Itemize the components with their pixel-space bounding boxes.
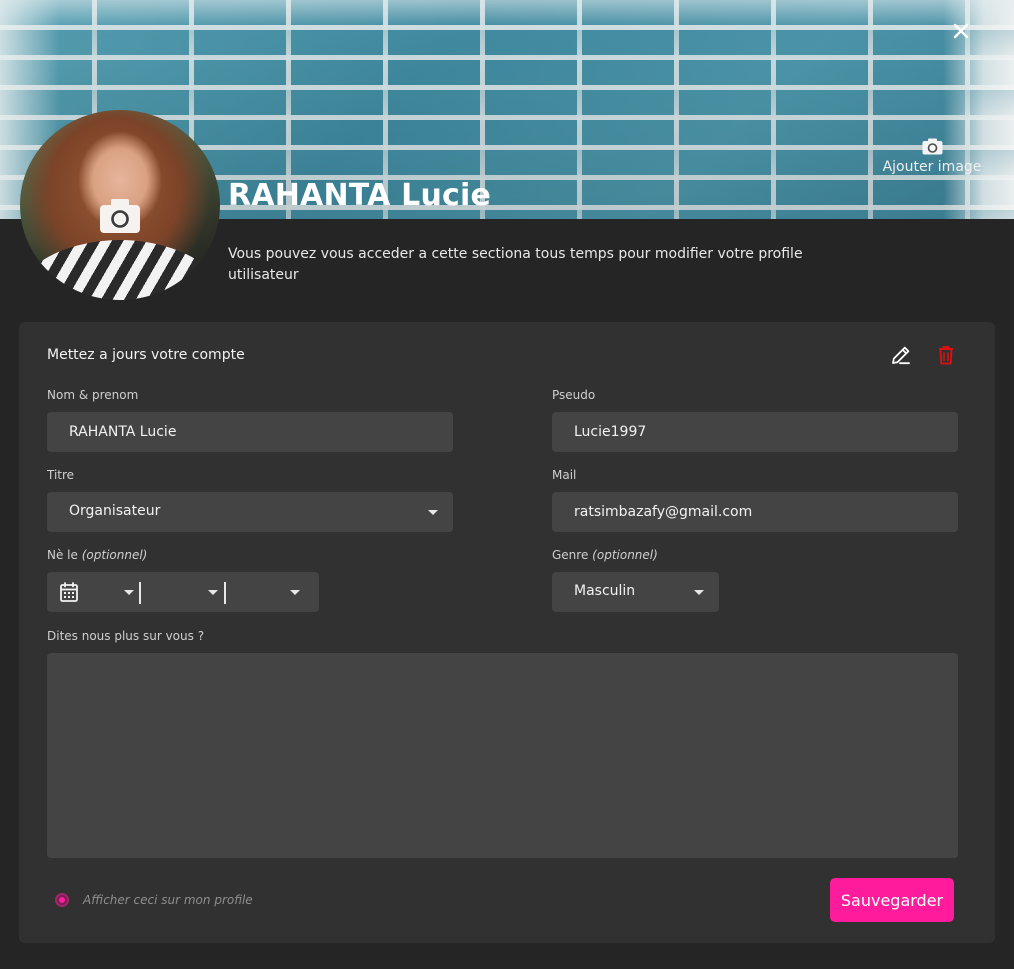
profile-description: Vous pouvez vous acceder a cette section… bbox=[228, 246, 803, 283]
birthdate-label: Nè le (optionnel) bbox=[47, 548, 147, 562]
avatar[interactable] bbox=[20, 110, 220, 300]
add-cover-image-label: Ajouter image bbox=[882, 159, 982, 175]
about-label: Dites nous plus sur vous ? bbox=[47, 629, 205, 643]
add-cover-image-button[interactable]: Ajouter image bbox=[880, 138, 984, 175]
title-label: Titre bbox=[47, 468, 75, 482]
gender-select-value: Masculin bbox=[574, 583, 636, 599]
chevron-down-icon bbox=[290, 590, 300, 595]
birthdate-picker bbox=[47, 572, 319, 612]
chevron-down-icon bbox=[694, 590, 704, 595]
form-title: Mettez a jours votre compte bbox=[47, 347, 245, 363]
show-on-profile-label: Afficher ceci sur mon profile bbox=[83, 893, 253, 907]
birthdate-optional: (optionnel) bbox=[81, 548, 148, 562]
cover-top-wash bbox=[0, 0, 1014, 28]
save-button[interactable]: Sauvegarder bbox=[830, 878, 954, 922]
delete-button[interactable] bbox=[935, 344, 957, 366]
about-textarea[interactable] bbox=[47, 653, 958, 858]
gender-label-text: Genre bbox=[552, 548, 589, 562]
gender-label: Genre (optionnel) bbox=[552, 548, 658, 562]
title-select-value: Organisateur bbox=[69, 503, 161, 519]
birthdate-label-text: Nè le bbox=[47, 548, 78, 562]
birthdate-day-select[interactable] bbox=[47, 572, 139, 612]
title-select[interactable]: Organisateur bbox=[47, 492, 453, 532]
camera-icon bbox=[922, 138, 943, 155]
close-button[interactable] bbox=[950, 20, 972, 42]
chevron-down-icon bbox=[208, 590, 218, 595]
mail-label: Mail bbox=[552, 468, 577, 482]
show-on-profile-radio[interactable] bbox=[55, 893, 69, 907]
gender-select[interactable]: Masculin bbox=[552, 572, 719, 612]
birthdate-year-select[interactable] bbox=[226, 572, 319, 612]
edit-icon bbox=[892, 346, 910, 365]
pseudo-label: Pseudo bbox=[552, 388, 596, 402]
camera-icon bbox=[99, 198, 141, 234]
edit-button[interactable] bbox=[890, 344, 912, 366]
account-form-card: Mettez a jours votre compte Nom & prenom… bbox=[19, 322, 995, 943]
birthdate-month-select[interactable] bbox=[141, 572, 224, 612]
chevron-down-icon bbox=[124, 590, 134, 595]
chevron-down-icon bbox=[428, 510, 438, 515]
calendar-icon bbox=[60, 582, 78, 602]
gender-optional: (optionnel) bbox=[592, 548, 658, 562]
trash-icon bbox=[939, 346, 953, 365]
profile-name: RAHANTA Lucie bbox=[228, 178, 492, 213]
close-icon bbox=[953, 23, 969, 39]
fullname-label: Nom & prenom bbox=[47, 388, 139, 402]
fullname-input[interactable] bbox=[47, 412, 453, 452]
mail-input[interactable] bbox=[552, 492, 958, 532]
pseudo-input[interactable] bbox=[552, 412, 958, 452]
